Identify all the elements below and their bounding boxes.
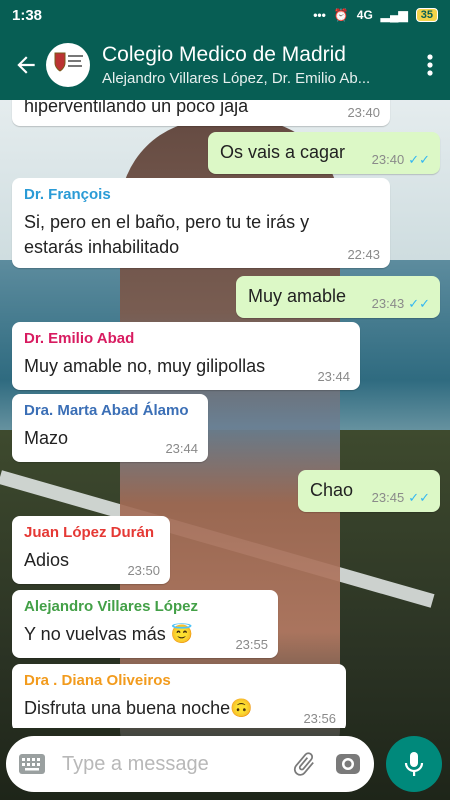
message-sender: Alejandro Villares López — [24, 598, 198, 615]
message-time: 23:44 — [165, 441, 198, 456]
keyboard-icon[interactable] — [18, 753, 46, 775]
message-bubble-incoming[interactable]: Dra . Diana Oliveiros Disfruta una buena… — [12, 664, 346, 728]
dots-icon: ••• — [313, 8, 326, 22]
message-bubble-incoming[interactable]: Dra. Marta Abad Álamo Mazo 23:44 — [12, 394, 208, 462]
compose-bar — [0, 728, 450, 800]
arrow-left-icon — [17, 56, 35, 74]
message-text: hiperventilando un poco jaja — [24, 100, 249, 116]
message-text: Disfruta una buena noche — [24, 698, 231, 718]
message-bubble-outgoing[interactable]: Muy amable 23:43 ✓✓ — [236, 276, 440, 318]
group-title: Colegio Medico de Madrid — [102, 43, 346, 66]
message-time: 23:43 — [371, 296, 405, 311]
message-bubble-outgoing[interactable]: Os vais a cagar 23:40 ✓✓ — [208, 132, 440, 174]
alarm-icon: ⏰ — [333, 8, 349, 22]
battery-level: 35 — [415, 8, 438, 22]
status-bar: 1:38 ••• ⏰ 4G ▂▄▆ 35 — [0, 0, 450, 30]
signal-icon: ▂▄▆ — [380, 8, 408, 22]
message-bubble-incoming[interactable]: Dr. François Si, pero en el baño, pero t… — [12, 178, 390, 268]
header-titles[interactable]: Colegio Medico de Madrid Alejandro Villa… — [102, 43, 412, 87]
smiling-halo-emoji: 😇 — [170, 624, 194, 644]
group-members: Alejandro Villares López, Dr. Emilio Ab.… — [102, 70, 371, 87]
message-time: 23:44 — [317, 369, 350, 384]
message-bubble-incoming[interactable]: hiperventilando un poco jaja 23:40 — [12, 100, 390, 126]
group-avatar[interactable] — [46, 43, 90, 87]
message-bubble-incoming[interactable]: Alejandro Villares López Y no vuelvas má… — [12, 590, 278, 658]
menu-button[interactable] — [412, 30, 448, 100]
message-sender: Dra. Marta Abad Álamo — [24, 402, 189, 419]
chat-header: Colegio Medico de Madrid Alejandro Villa… — [0, 30, 450, 100]
network-type: 4G — [356, 8, 373, 22]
message-bubble-incoming[interactable]: Juan López Durán Adios 23:50 — [12, 516, 170, 584]
message-bubble-incoming[interactable]: Dr. Emilio Abad Muy amable no, muy gilip… — [12, 322, 360, 390]
double-check-icon: ✓✓ — [408, 296, 430, 311]
voice-record-button[interactable] — [386, 736, 442, 792]
message-time: 23:40 — [347, 105, 380, 120]
more-vert-icon — [427, 54, 433, 76]
camera-icon[interactable] — [334, 750, 362, 778]
paperclip-icon[interactable] — [290, 750, 318, 778]
status-time: 1:38 — [12, 6, 43, 24]
message-time: 23:40 — [371, 152, 405, 167]
message-time: 23:56 — [303, 711, 336, 726]
double-check-icon: ✓✓ — [408, 490, 430, 505]
message-text: Si, pero en el baño, pero tu te irás y e… — [24, 212, 310, 257]
double-check-icon: ✓✓ — [408, 152, 430, 167]
message-sender: Juan López Durán — [24, 524, 155, 541]
mic-icon — [404, 752, 424, 776]
message-field — [6, 736, 374, 792]
crest-icon — [54, 52, 83, 72]
message-time: 22:43 — [347, 247, 380, 262]
message-text: Y no vuelvas más — [24, 624, 166, 644]
back-button[interactable] — [6, 30, 46, 100]
upside-down-face-emoji: 🙃 — [230, 698, 253, 718]
message-time: 23:55 — [235, 637, 268, 652]
message-text: Muy amable no, muy gilipollas — [24, 356, 266, 376]
message-list[interactable]: hiperventilando un poco jaja 23:40 Os va… — [0, 100, 450, 728]
message-sender: Dra . Diana Oliveiros — [24, 672, 171, 689]
message-time: 23:50 — [127, 563, 160, 578]
message-time: 23:45 — [371, 490, 405, 505]
message-sender: Dr. François — [24, 186, 111, 203]
message-input[interactable] — [60, 751, 290, 777]
message-bubble-outgoing[interactable]: Chao 23:45 ✓✓ — [298, 470, 440, 512]
message-sender: Dr. Emilio Abad — [24, 330, 135, 347]
